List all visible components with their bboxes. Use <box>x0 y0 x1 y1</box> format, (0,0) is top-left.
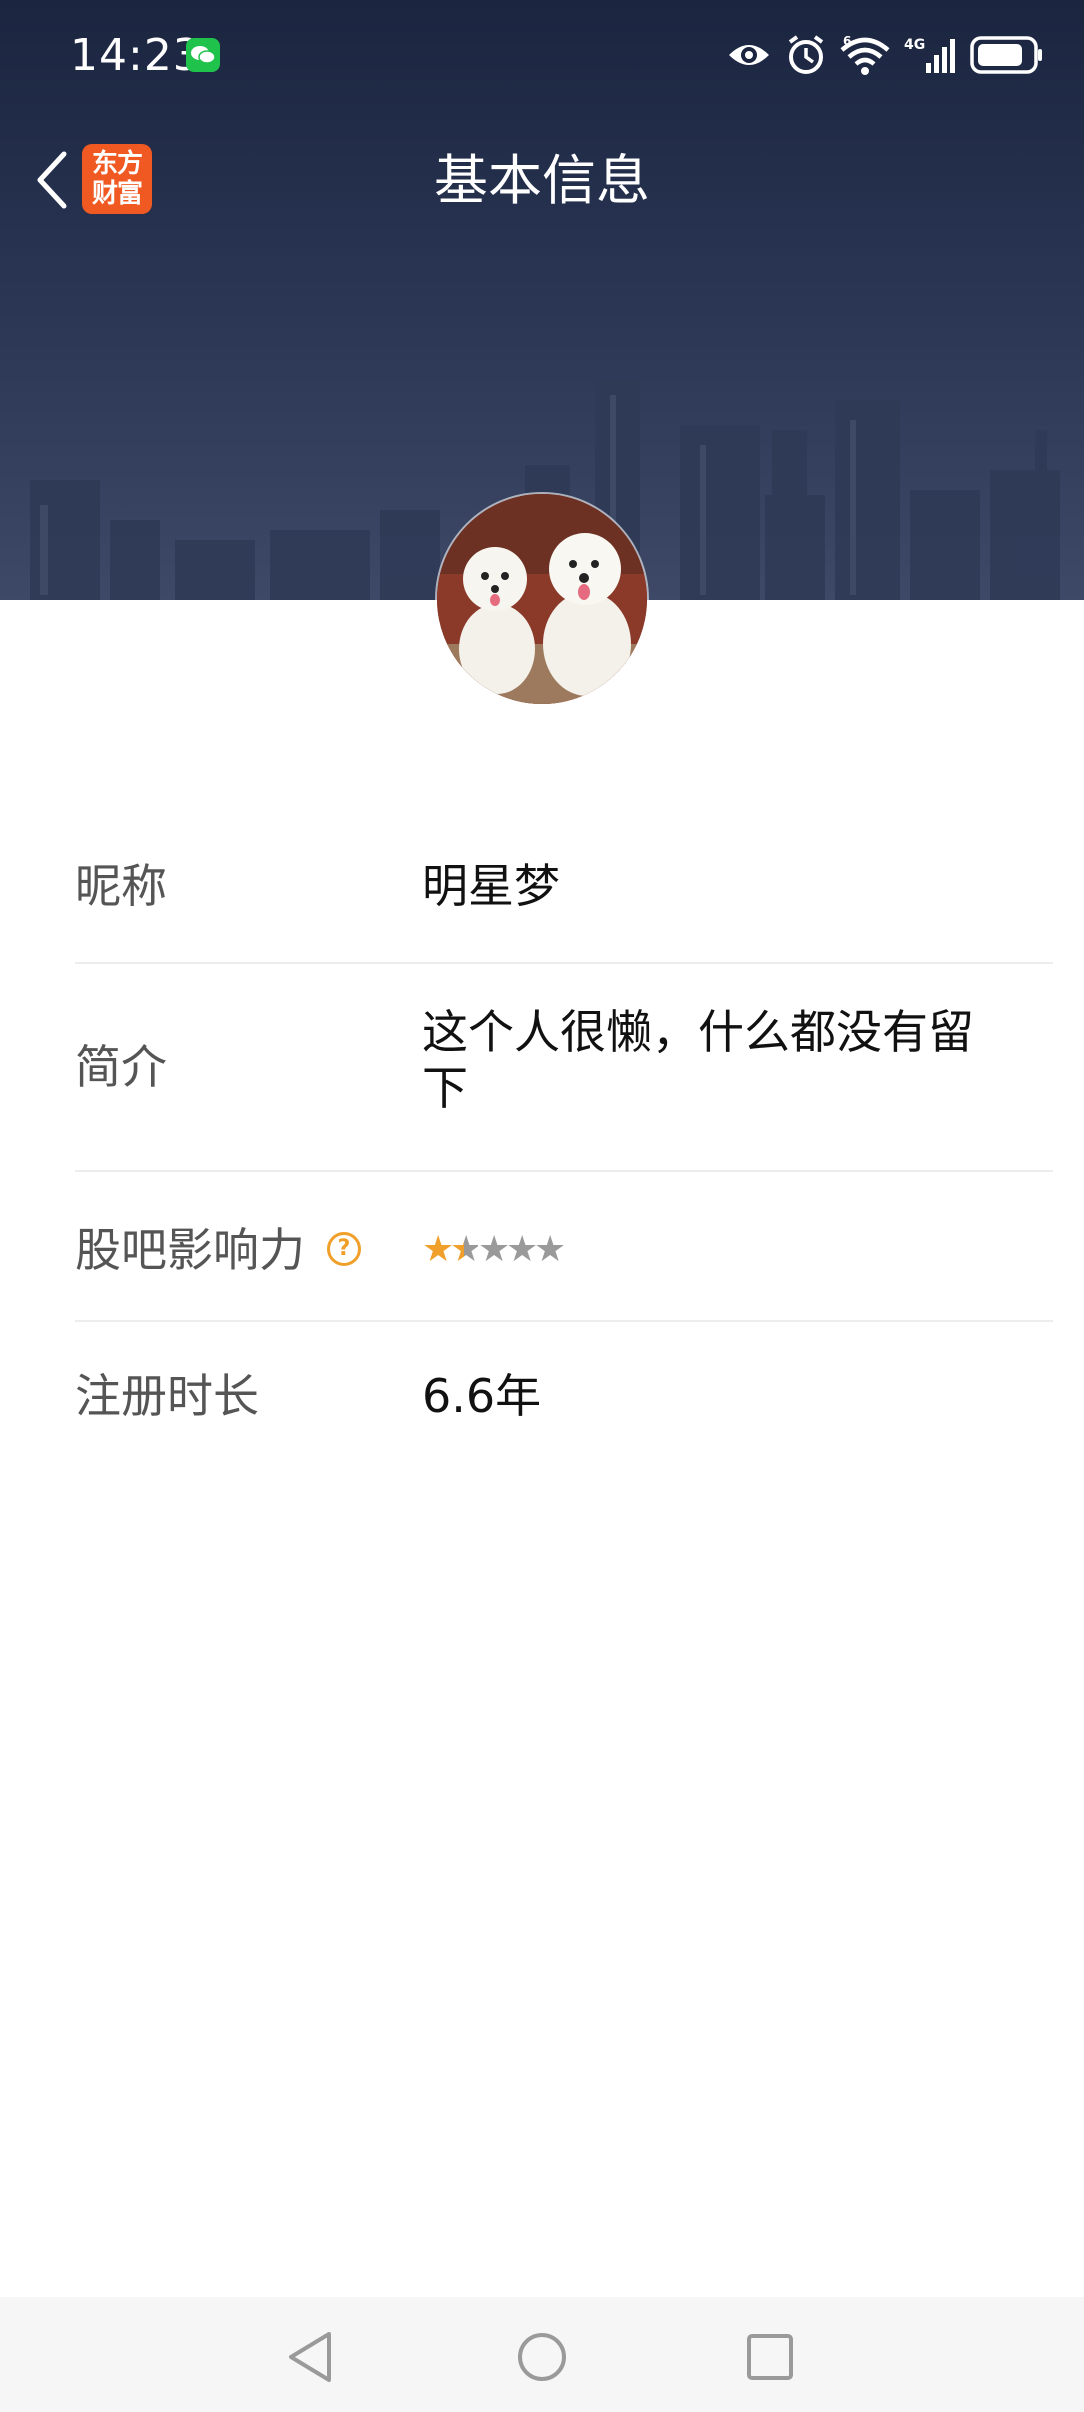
rating-star: ★ <box>450 1229 483 1270</box>
nav-bar: 东方 财富 基本信息 <box>0 130 1084 230</box>
bio-value: 这个人很懒，什么都没有留下 <box>422 1005 974 1115</box>
registration-value: 6.6年 <box>422 1369 542 1423</box>
status-bar: 14:23 6 4G <box>0 0 1084 110</box>
info-row-registration: 注册时长 6.6年 <box>75 1322 1053 1472</box>
svg-text:6: 6 <box>843 34 851 48</box>
eye-icon <box>729 45 769 65</box>
influence-rating: ★ ★ ★ ★ ★ <box>422 1229 567 1270</box>
triangle-back-icon <box>289 2332 331 2382</box>
nav-home-button[interactable] <box>512 2327 572 2387</box>
bio-label: 简介 <box>75 1040 167 1094</box>
info-row-bio: 简介 这个人很懒，什么都没有留下 <box>75 964 1053 1172</box>
nav-back-button[interactable] <box>280 2327 340 2387</box>
rating-star: ★ <box>506 1229 539 1270</box>
wifi-6-icon: 6 <box>840 34 890 75</box>
nav-recents-button[interactable] <box>740 2327 800 2387</box>
help-icon[interactable]: ? <box>327 1232 361 1266</box>
info-row-influence: 股吧影响力 ? ★ ★ ★ ★ ★ <box>75 1172 1053 1322</box>
alarm-icon <box>788 35 824 74</box>
page-title: 基本信息 <box>434 149 650 212</box>
status-time: 14:23 <box>70 30 202 81</box>
info-list: 昵称 明星梦 简介 这个人很懒，什么都没有留下 股吧影响力 ? ★ ★ ★ ★ … <box>75 810 1053 1472</box>
rating-star: ★ <box>534 1229 567 1270</box>
nickname-value: 明星梦 <box>422 859 560 913</box>
4g-signal-icon: 4G <box>904 37 955 73</box>
avatar[interactable] <box>437 494 647 704</box>
nickname-label: 昵称 <box>75 859 167 913</box>
circle-home-icon <box>518 2333 566 2381</box>
square-recents-icon <box>747 2334 793 2380</box>
wechat-icon <box>186 38 220 72</box>
system-nav-bar <box>0 2297 1084 2412</box>
registration-label: 注册时长 <box>75 1369 259 1423</box>
rating-star: ★ <box>422 1229 455 1270</box>
rating-star: ★ <box>478 1229 511 1270</box>
battery-icon <box>970 36 1042 74</box>
info-row-nickname: 昵称 明星梦 <box>75 810 1053 964</box>
svg-text:4G: 4G <box>904 37 925 53</box>
influence-label: 股吧影响力 <box>75 1223 305 1277</box>
avatar-image <box>437 494 647 704</box>
